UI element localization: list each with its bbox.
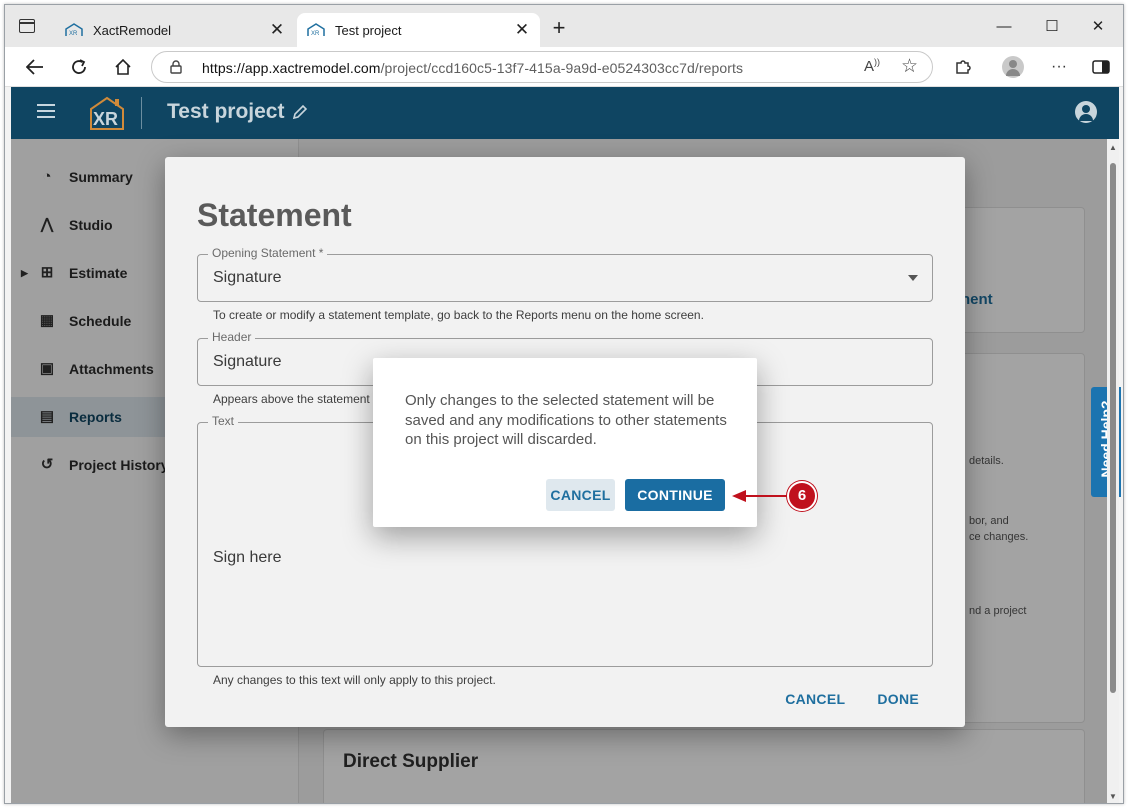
lock-icon[interactable] (170, 60, 182, 74)
address-bar[interactable]: https://app.xactremodel.com/project/ccd1… (151, 51, 933, 83)
xactremodel-favicon-icon: XR (65, 23, 83, 37)
more-options-icon[interactable]: ··· (1047, 55, 1071, 79)
tab-strip: XR XactRemodel ✕ XR Test project ✕ + — ☐… (5, 5, 1123, 47)
step-number-badge: 6 (787, 481, 817, 511)
field-helper-text: Any changes to this text will only apply… (213, 673, 496, 687)
favorite-star-icon[interactable]: ☆ (901, 55, 918, 78)
browser-window: XR XactRemodel ✕ XR Test project ✕ + — ☐… (4, 4, 1124, 804)
maximize-button[interactable]: ☐ (1029, 13, 1075, 41)
tab-test-project[interactable]: XR Test project ✕ (297, 13, 540, 47)
statement-done-button[interactable]: DONE (877, 691, 919, 707)
field-label: Text (208, 414, 239, 428)
sidebar-toggle-icon[interactable] (1089, 55, 1113, 79)
svg-text:XR: XR (69, 31, 78, 37)
minimize-button[interactable]: — (981, 13, 1027, 41)
window-menu-icon[interactable] (19, 19, 35, 33)
confirm-discard-dialog: Only changes to the selected statement w… (373, 358, 757, 527)
home-icon[interactable] (111, 55, 135, 79)
tab-xactremodel[interactable]: XR XactRemodel ✕ (55, 13, 295, 47)
field-label: Header (208, 330, 256, 344)
scroll-down-arrow-icon[interactable]: ▼ (1109, 792, 1117, 801)
tab-title: Test project (335, 22, 402, 38)
new-tab-button[interactable]: + (547, 17, 571, 41)
callout-line (745, 495, 791, 497)
field-helper-text: Appears above the statement (213, 392, 370, 406)
read-aloud-icon[interactable]: A)) (864, 57, 880, 75)
confirm-cancel-button[interactable]: CANCEL (546, 479, 615, 511)
field-value: Signature (213, 353, 282, 370)
scroll-up-arrow-icon[interactable]: ▲ (1109, 143, 1117, 152)
project-title: Test project (167, 100, 285, 123)
close-tab-icon[interactable]: ✕ (512, 20, 532, 40)
confirm-message: Only changes to the selected statement w… (405, 392, 727, 448)
reload-icon[interactable] (67, 55, 91, 79)
field-label: Opening Statement * (208, 246, 328, 260)
dropdown-arrow-icon[interactable] (908, 275, 918, 281)
dialog-actions: CANCEL DONE (785, 691, 919, 707)
continue-button[interactable]: CONTINUE (625, 479, 725, 511)
extensions-puzzle-icon[interactable] (951, 55, 975, 79)
opening-statement-select[interactable]: Opening Statement * Signature (197, 246, 933, 302)
dialog-title: Statement (197, 197, 352, 233)
field-helper-text: To create or modify a statement template… (213, 308, 704, 322)
page-scrollbar[interactable]: ▲ ▼ (1107, 139, 1119, 803)
back-arrow-icon[interactable] (23, 55, 47, 79)
close-tab-icon[interactable]: ✕ (267, 20, 287, 40)
field-value: Sign here (213, 549, 282, 566)
statement-cancel-button[interactable]: CANCEL (785, 691, 845, 707)
account-circle-icon[interactable] (1075, 101, 1097, 123)
xactremodel-logo[interactable]: XR (87, 96, 127, 130)
app-header: XR Test project (11, 87, 1119, 139)
pencil-edit-icon[interactable] (291, 103, 309, 121)
svg-text:XR: XR (311, 31, 320, 37)
field-value: Signature (213, 269, 282, 286)
header-divider (141, 97, 142, 129)
close-window-button[interactable]: ✕ (1075, 13, 1121, 41)
url-text: https://app.xactremodel.com/project/ccd1… (202, 60, 744, 76)
callout-arrow-icon (732, 490, 746, 502)
profile-avatar-icon[interactable] (1001, 55, 1025, 79)
tab-title: XactRemodel (93, 22, 172, 38)
address-toolbar: https://app.xactremodel.com/project/ccd1… (5, 47, 1123, 87)
xactremodel-favicon-icon: XR (307, 23, 325, 37)
scrollbar-thumb[interactable] (1110, 163, 1116, 693)
hamburger-menu-icon[interactable] (37, 104, 55, 118)
